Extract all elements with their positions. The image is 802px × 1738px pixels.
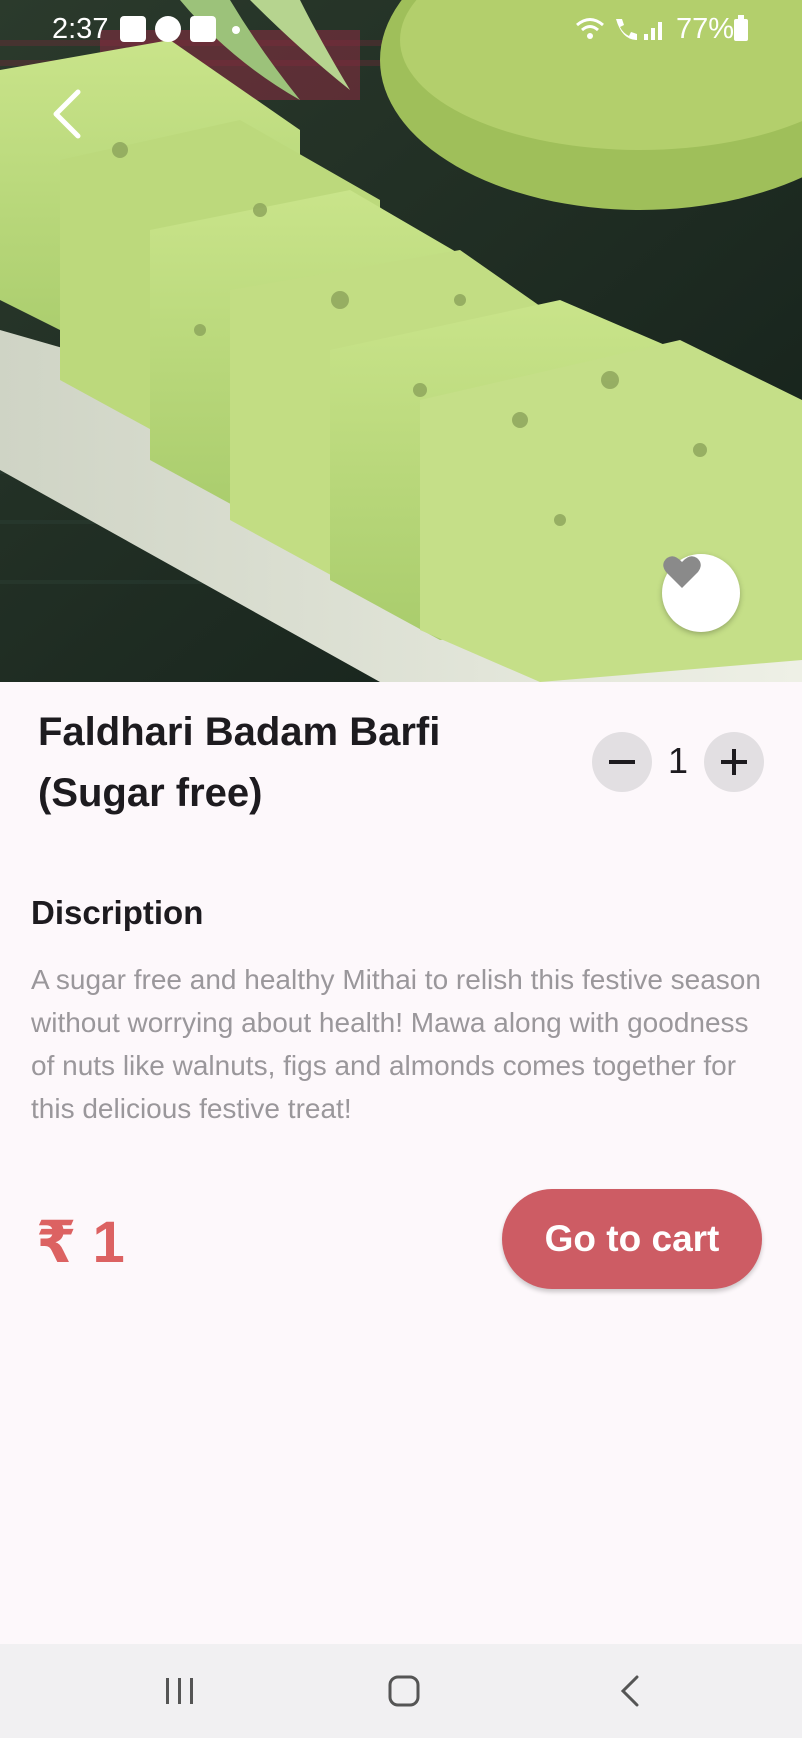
increase-quantity-button[interactable] [704,732,764,792]
status-bar: 2:37 77% [0,0,802,60]
gallery-icon [120,16,146,42]
status-time: 2:37 [52,13,109,45]
product-title: Faldhari Badam Barfi (Sugar free) [38,702,538,824]
decrease-quantity-button[interactable] [592,732,652,792]
system-back-button[interactable] [600,1664,660,1718]
plus-icon [721,749,747,775]
call-icon [616,19,637,40]
product-title-line1: Faldhari Badam Barfi [38,710,441,754]
home-icon [388,1675,420,1707]
go-to-cart-button[interactable]: Go to cart [502,1189,762,1289]
battery-percent: 77% [676,13,735,45]
wifi-icon [576,18,604,39]
minus-icon [609,760,635,764]
price: ₹ 1 [36,1210,125,1275]
notification-dot-icon [232,26,240,34]
checkbox-icon [190,16,216,42]
recent-apps-button[interactable] [150,1664,210,1718]
description-heading: Discription [31,894,204,931]
favorite-button[interactable] [662,554,740,632]
battery-icon [734,15,748,41]
description-text: A sugar free and healthy Mithai to relis… [31,964,761,1124]
chevron-left-icon [53,89,81,139]
system-nav-bar [0,1644,802,1738]
quantity-value: 1 [667,740,689,781]
heart-icon [663,556,701,588]
product-image: 2:37 77% [0,0,802,682]
back-arrow-icon [620,1675,639,1707]
signal-icon [644,22,662,40]
recent-apps-icon [166,1678,193,1704]
back-button[interactable] [50,88,100,150]
app-icon [155,16,181,42]
quantity-stepper: 1 [592,732,764,792]
product-title-line2: (Sugar free) [38,771,263,815]
home-button[interactable] [374,1664,434,1718]
